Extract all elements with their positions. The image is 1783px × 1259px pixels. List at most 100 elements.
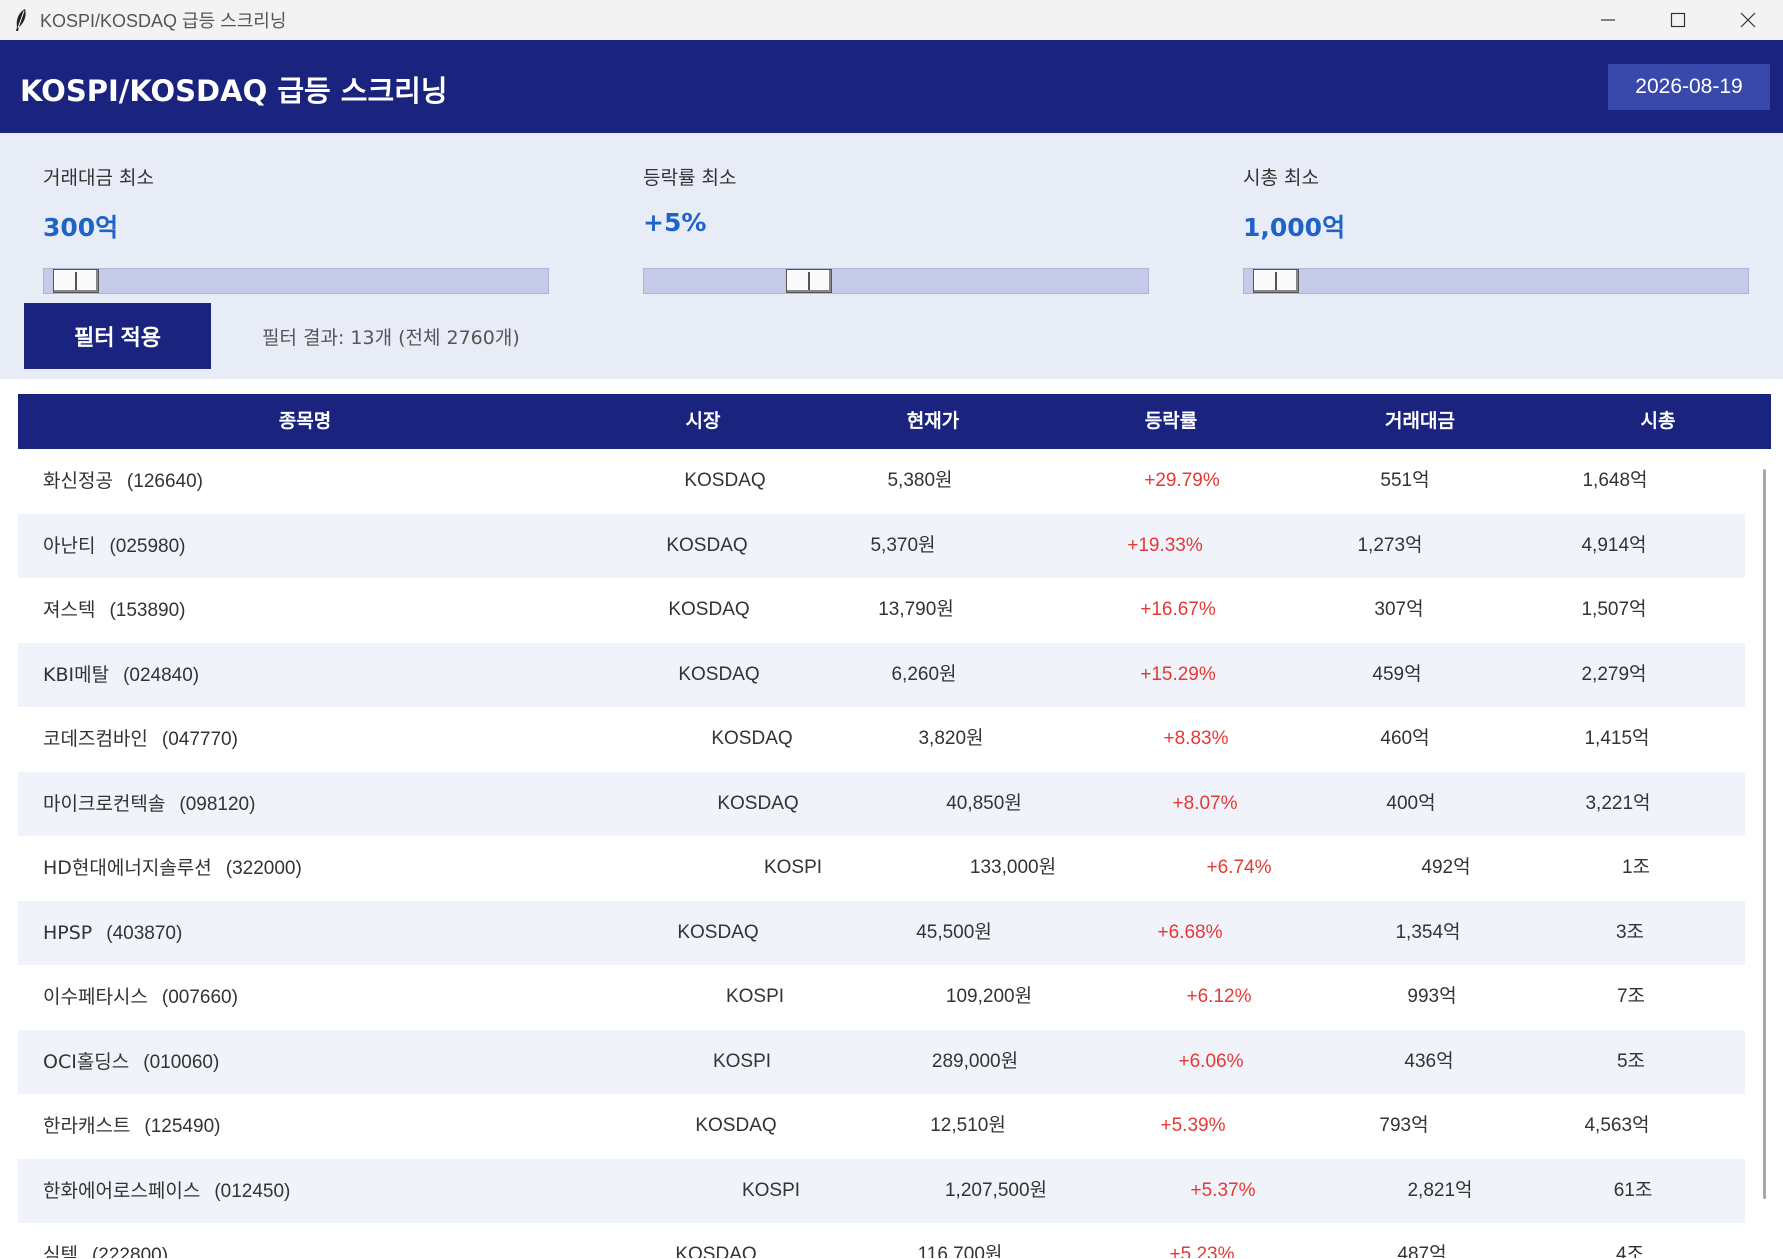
stock-name-cell: 마이크로컨텍솔 (098120)	[43, 772, 255, 837]
market-cell: KOSPI	[712, 1050, 772, 1072]
stock-name-cell: 한화에어로스페이스 (012450)	[43, 1159, 290, 1224]
trading-value-cell: 460억	[1380, 728, 1430, 749]
table-row[interactable]: OCI홀딩스 (010060) KOSPI 289,000원 +6.06% 436억 5조	[18, 1029, 1745, 1094]
stock-name-cell: 화신정공 (126640)	[43, 449, 203, 514]
stock-name-cell: 아난티 (025980)	[43, 514, 186, 579]
column-header-trading-value[interactable]: 거래대금	[1385, 394, 1455, 449]
window-title: KOSPI/KOSDAQ 급등 스크리닝	[40, 11, 287, 31]
stock-name-cell: KBI메탈 (024840)	[43, 643, 199, 708]
market-cell: KOSDAQ	[675, 1244, 757, 1258]
filter-value: 300억	[43, 213, 119, 242]
column-header-name[interactable]: 종목명	[279, 394, 331, 449]
trading-value-cell: 307억	[1374, 599, 1424, 620]
stock-code: (403870)	[106, 922, 183, 944]
table-row[interactable]: 아난티 (025980) KOSDAQ 5,370원 +19.33% 1,273억 4,91…	[18, 513, 1745, 579]
table-row[interactable]: 심텍 (222800) KOSDAQ 116,700원 +5.23% 487억 4조	[18, 1223, 1745, 1258]
trading-value-cell: 551억	[1380, 470, 1430, 491]
change-rate-cell: +6.74%	[1206, 857, 1272, 878]
table-row[interactable]: 화신정공 (126640) KOSDAQ 5,380원 +29.79% 551억 1,648…	[18, 449, 1745, 514]
filter-change-rate: 등락률 최소 +5%	[643, 163, 1149, 294]
minimize-icon	[1601, 19, 1615, 21]
stock-name: HD현대에너지솔루션	[43, 857, 212, 879]
filter-label: 등락률 최소	[643, 167, 737, 189]
price-cell: 6,260원	[891, 663, 957, 685]
market-cell: KOSDAQ	[695, 1115, 777, 1136]
column-header-change-rate[interactable]: 등락률	[1145, 394, 1197, 449]
market-cell: KOSDAQ	[666, 534, 748, 556]
table-row[interactable]: 한라캐스트 (125490) KOSDAQ 12,510원 +5.39% 793억 4,56…	[18, 1094, 1745, 1159]
stock-name-cell: 심텍 (222800)	[43, 1223, 168, 1258]
market-cap-cell: 4,563억	[1584, 1115, 1650, 1136]
stock-code: (047770)	[161, 729, 238, 750]
table-row[interactable]: HPSP (403870) KOSDAQ 45,500원 +6.68% 1,354억 3조	[18, 900, 1745, 965]
price-cell: 289,000원	[931, 1050, 1019, 1072]
change-rate-cell: +8.83%	[1163, 728, 1229, 749]
table-body: 화신정공 (126640) KOSDAQ 5,380원 +29.79% 551억 1,648…	[18, 449, 1745, 1258]
stock-name-cell: 져스텍 (153890)	[43, 578, 186, 643]
price-cell: 3,820원	[918, 728, 984, 749]
apply-filter-button[interactable]: 필터 적용	[24, 303, 211, 369]
change-rate-cell: +8.07%	[1172, 792, 1238, 814]
scrollbar-thumb[interactable]	[1763, 469, 1766, 1199]
change-rate-cell: +16.67%	[1140, 599, 1216, 620]
stock-name: 코데즈컴바인	[43, 728, 148, 750]
feather-icon	[10, 7, 32, 33]
price-cell: 5,370원	[870, 534, 936, 556]
stock-name: 이수페타시스	[43, 986, 148, 1008]
table-row[interactable]: 한화에어로스페이스 (012450) KOSPI 1,207,500원 +5.37% 2,…	[18, 1158, 1745, 1224]
price-cell: 109,200원	[945, 986, 1033, 1007]
trading-value-slider[interactable]	[43, 268, 549, 294]
close-button[interactable]	[1713, 0, 1783, 40]
market-cell: KOSPI	[725, 986, 785, 1007]
column-header-market[interactable]: 시장	[686, 394, 721, 449]
slider-thumb[interactable]	[786, 269, 832, 293]
app-header: KOSPI/KOSDAQ 급등 스크리닝 2026-08-19	[0, 40, 1783, 133]
stock-name: 심텍	[43, 1244, 78, 1258]
trading-value-cell: 2,821억	[1407, 1179, 1473, 1201]
trading-value-cell: 993억	[1407, 986, 1457, 1007]
trading-value-cell: 1,273억	[1357, 534, 1423, 556]
stock-code: (222800)	[91, 1245, 169, 1258]
slider-thumb[interactable]	[1253, 269, 1299, 293]
maximize-button[interactable]	[1643, 0, 1713, 40]
market-cap-slider[interactable]	[1243, 268, 1749, 294]
table-row[interactable]: 이수페타시스 (007660) KOSPI 109,200원 +6.12% 993억 7조	[18, 965, 1745, 1030]
stock-code: (126640)	[126, 471, 203, 492]
market-cell: KOSDAQ	[684, 470, 766, 491]
market-cap-cell: 1,415억	[1584, 728, 1650, 749]
column-header-market-cap[interactable]: 시총	[1641, 394, 1676, 449]
table-row[interactable]: HD현대에너지솔루션 (322000) KOSPI 133,000원 +6.74% 492…	[18, 836, 1745, 901]
change-rate-cell: +5.39%	[1160, 1115, 1226, 1136]
price-cell: 45,500원	[916, 921, 992, 943]
column-header-price[interactable]: 현재가	[907, 394, 959, 449]
market-cap-cell: 4조	[1615, 1244, 1645, 1258]
stock-code: (125490)	[144, 1116, 221, 1137]
stock-code: (010060)	[143, 1051, 220, 1073]
market-cap-cell: 1조	[1621, 857, 1651, 878]
market-cell: KOSDAQ	[678, 663, 760, 685]
minimize-button[interactable]	[1573, 0, 1643, 40]
filter-label: 거래대금 최소	[43, 167, 154, 189]
price-cell: 5,380원	[887, 470, 953, 491]
stock-code: (024840)	[123, 664, 200, 686]
price-cell: 1,207,500원	[944, 1179, 1048, 1201]
price-cell: 40,850원	[946, 792, 1022, 814]
table-row[interactable]: 마이크로컨텍솔 (098120) KOSDAQ 40,850원 +8.07% 400억 3,…	[18, 771, 1745, 837]
table-row[interactable]: 져스텍 (153890) KOSDAQ 13,790원 +16.67% 307억 1,507…	[18, 578, 1745, 643]
stock-name: 마이크로컨텍솔	[43, 792, 166, 815]
table-row[interactable]: 코데즈컴바인 (047770) KOSDAQ 3,820원 +8.83% 460억 1,41…	[18, 707, 1745, 772]
table-scrollbar[interactable]	[1759, 449, 1771, 1258]
stock-code: (025980)	[109, 535, 186, 557]
slider-thumb[interactable]	[53, 269, 99, 293]
filter-trading-value: 거래대금 최소 300억	[43, 163, 549, 294]
market-cap-cell: 5조	[1616, 1050, 1646, 1072]
price-cell: 13,790원	[878, 599, 954, 620]
stock-name: OCI홀딩스	[43, 1050, 130, 1073]
change-rate-slider[interactable]	[643, 268, 1149, 294]
window-titlebar: KOSPI/KOSDAQ 급등 스크리닝	[0, 0, 1783, 40]
stock-name: 한라캐스트	[43, 1115, 131, 1137]
filter-result-text: 필터 결과: 13개 (전체 2760개)	[262, 327, 520, 349]
market-cell: KOSDAQ	[668, 599, 750, 620]
market-cap-cell: 2,279억	[1581, 663, 1647, 685]
table-row[interactable]: KBI메탈 (024840) KOSDAQ 6,260원 +15.29% 459억 2,27…	[18, 642, 1745, 708]
